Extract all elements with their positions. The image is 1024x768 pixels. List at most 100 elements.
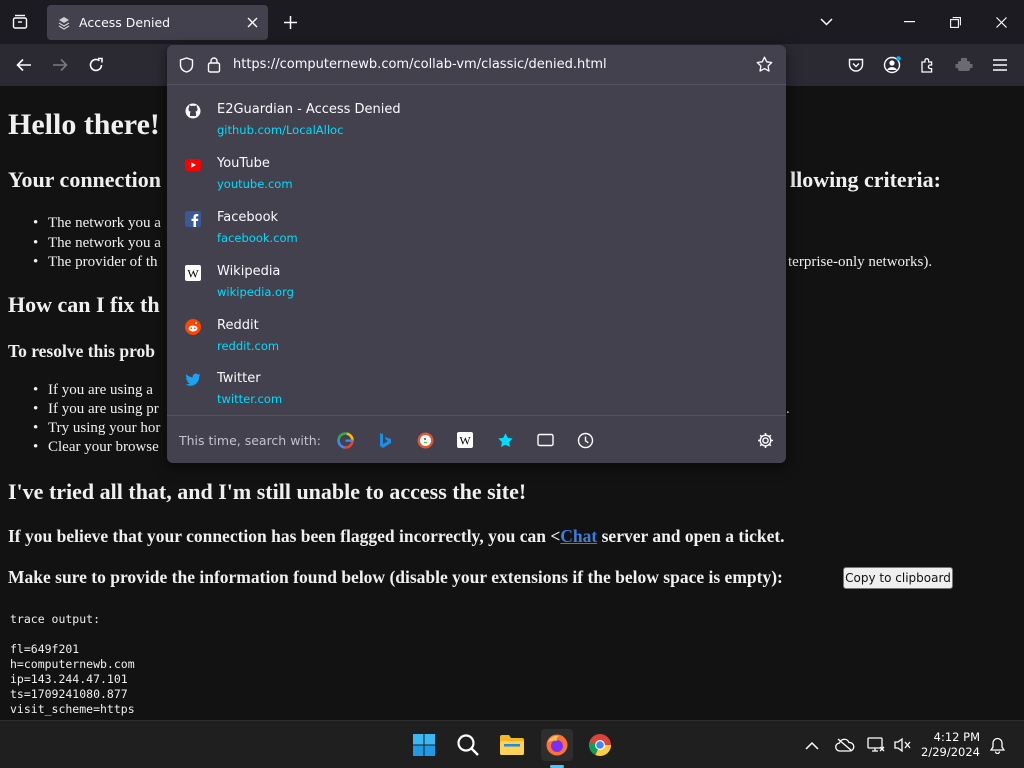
- url-input[interactable]: https://computernewb.com/collab-vm/class…: [233, 57, 607, 72]
- list-all-tabs-icon[interactable]: [8, 11, 32, 33]
- resolve-item-tail: .: [786, 401, 790, 418]
- taskbar: 4:12 PM 2/29/2024: [0, 720, 1024, 768]
- suggestion-item[interactable]: E2Guardian - Access Denied github.com/Lo…: [167, 97, 786, 149]
- trace-line: h=computernewb.com: [10, 657, 135, 671]
- reddit-icon: [185, 319, 201, 335]
- resolve-text: To resolve this prob: [8, 341, 155, 362]
- suggestion-item[interactable]: W Wikipedia wikipedia.org: [167, 259, 786, 311]
- extensions-icon[interactable]: [915, 53, 941, 77]
- suggestion-title: E2Guardian - Access Denied: [217, 102, 401, 117]
- page-heading: Hello there!: [8, 108, 160, 142]
- flagged-text-before: If you believe that your connection has …: [8, 526, 560, 546]
- bookmark-star-icon[interactable]: [756, 56, 773, 73]
- show-hidden-icons-icon[interactable]: [798, 730, 826, 760]
- suggestion-title: YouTube: [217, 156, 270, 171]
- resolve-item: If you are using a: [48, 382, 153, 399]
- flagged-text-after: server and open a ticket.: [597, 526, 784, 546]
- resolve-item: Clear your browse: [48, 439, 159, 456]
- trace-label: trace output:: [10, 612, 100, 626]
- lock-icon[interactable]: [207, 56, 221, 73]
- svg-text:W: W: [187, 267, 199, 281]
- start-icon[interactable]: [409, 730, 439, 760]
- search-with-label: This time, search with:: [179, 433, 321, 448]
- clock-date: 2/29/2024: [921, 745, 980, 760]
- chat-link[interactable]: Chat: [560, 526, 597, 546]
- history-icon[interactable]: [576, 431, 594, 449]
- youtube-icon: [185, 157, 201, 173]
- flagged-text: If you believe that your connection has …: [8, 526, 785, 547]
- facebook-icon: [185, 211, 201, 227]
- suggestion-item[interactable]: YouTube youtube.com: [167, 151, 786, 203]
- duckduckgo-icon[interactable]: [416, 431, 434, 449]
- tabs-icon[interactable]: [536, 431, 554, 449]
- tab-favicon-icon: [57, 16, 71, 30]
- suggestion-title: Wikipedia: [217, 264, 280, 279]
- resolve-item: Try using your hor: [48, 420, 160, 437]
- suggestion-title: Reddit: [217, 318, 259, 333]
- pocket-icon[interactable]: [843, 53, 869, 77]
- tab-bar: Access Denied: [0, 0, 1024, 44]
- network-icon[interactable]: [862, 730, 890, 760]
- tab-access-denied[interactable]: Access Denied: [47, 5, 268, 40]
- suggestion-url: wikipedia.org: [217, 285, 294, 299]
- wikipedia-icon: W: [185, 265, 201, 281]
- addon-icon[interactable]: [951, 53, 977, 77]
- resolve-item: If you are using pr: [48, 401, 159, 418]
- suggestion-item[interactable]: Facebook facebook.com: [167, 205, 786, 257]
- close-tab-icon[interactable]: [247, 17, 258, 28]
- wikipedia-icon[interactable]: W: [456, 431, 474, 449]
- suggestion-url: facebook.com: [217, 231, 298, 245]
- notification-bell-icon[interactable]: [984, 730, 1010, 760]
- trace-line: ts=1709241080.877: [10, 687, 128, 701]
- search-settings-icon[interactable]: [756, 431, 774, 449]
- svg-text:W: W: [459, 434, 471, 448]
- suggestion-title: Facebook: [217, 210, 278, 225]
- menu-icon[interactable]: [987, 53, 1013, 77]
- criteria-item: The network you a: [48, 215, 161, 232]
- bing-icon[interactable]: [376, 431, 394, 449]
- github-icon: [185, 103, 201, 119]
- provide-text: Make sure to provide the information fou…: [8, 567, 783, 588]
- bookmarks-icon[interactable]: [496, 431, 514, 449]
- trace-line: visit_scheme=https: [10, 702, 135, 716]
- volume-icon[interactable]: [888, 730, 916, 760]
- tab-title: Access Denied: [79, 15, 247, 30]
- tried-heading: I've tried all that, and I'm still unabl…: [8, 479, 526, 505]
- trace-line: ip=143.244.47.101: [10, 672, 128, 686]
- urlbar-dropdown: https://computernewb.com/collab-vm/class…: [167, 45, 786, 463]
- fix-heading: How can I fix th: [8, 292, 160, 318]
- connection-heading-tail: llowing criteria:: [790, 167, 941, 193]
- reload-icon[interactable]: [83, 53, 109, 77]
- copy-to-clipboard-button[interactable]: Copy to clipboard: [843, 567, 953, 589]
- tracking-protection-icon[interactable]: [179, 57, 194, 73]
- twitter-icon: [185, 372, 201, 388]
- connection-heading: Your connection: [8, 167, 161, 193]
- urlbar[interactable]: https://computernewb.com/collab-vm/class…: [167, 45, 786, 85]
- google-icon[interactable]: [336, 431, 354, 449]
- trace-line: fl=649f201: [10, 642, 79, 656]
- suggestion-url: youtube.com: [217, 177, 293, 191]
- firefox-icon[interactable]: [541, 729, 573, 761]
- onedrive-icon[interactable]: [831, 730, 859, 760]
- suggestion-url: reddit.com: [217, 339, 279, 353]
- suggestion-title: Twitter: [217, 371, 261, 386]
- restore-icon[interactable]: [944, 11, 966, 33]
- suggestion-item[interactable]: Reddit reddit.com: [167, 313, 786, 365]
- clock-time: 4:12 PM: [921, 730, 980, 745]
- minimize-icon[interactable]: [898, 11, 920, 33]
- new-tab-icon[interactable]: [279, 11, 301, 33]
- suggestion-item[interactable]: Twitter twitter.com: [167, 366, 786, 418]
- forward-icon[interactable]: [47, 53, 73, 77]
- back-icon[interactable]: [11, 53, 37, 77]
- search-icon[interactable]: [453, 730, 483, 760]
- system-clock[interactable]: 4:12 PM 2/29/2024: [921, 730, 980, 760]
- file-explorer-icon[interactable]: [497, 730, 527, 760]
- account-icon[interactable]: [879, 53, 905, 77]
- close-window-icon[interactable]: [990, 11, 1012, 33]
- chrome-icon[interactable]: [585, 730, 615, 760]
- criteria-item: The network you a: [48, 235, 161, 252]
- suggestion-url: twitter.com: [217, 392, 282, 406]
- search-engine-row: This time, search with: W: [167, 415, 786, 463]
- criteria-item: The provider of th: [48, 254, 158, 271]
- chevron-down-icon[interactable]: [815, 11, 837, 33]
